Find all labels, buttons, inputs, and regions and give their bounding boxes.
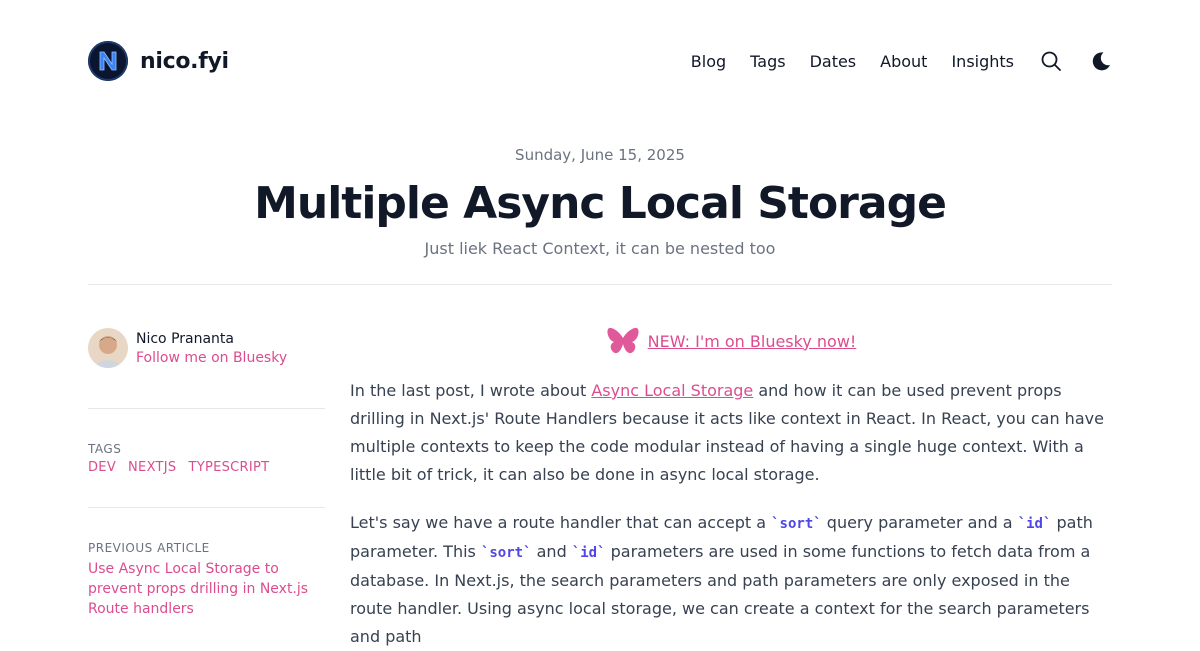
- inline-code-sort: `sort`: [771, 516, 822, 532]
- author-name: Nico Prananta: [136, 330, 234, 347]
- brand[interactable]: nico.fyi: [88, 41, 229, 81]
- butterfly-icon: [607, 327, 639, 354]
- tag-list: DEV NEXTJS TYPESCRIPT: [88, 460, 325, 475]
- site-logo[interactable]: [88, 41, 128, 81]
- previous-article-label: PREVIOUS ARTICLE: [88, 541, 210, 555]
- search-icon[interactable]: [1040, 50, 1062, 72]
- sidebar-divider: [88, 408, 325, 409]
- site-name[interactable]: nico.fyi: [140, 49, 229, 74]
- article-title: Multiple Async Local Storage: [254, 178, 947, 229]
- tag-nextjs[interactable]: NEXTJS: [128, 460, 176, 475]
- previous-article-link[interactable]: Use Async Local Storage to prevent props…: [88, 559, 325, 619]
- paragraph-1: In the last post, I wrote about Async Lo…: [350, 377, 1112, 489]
- paragraph-text: and: [531, 542, 572, 561]
- sidebar: Nico Prananta Follow me on Bluesky TAGS …: [88, 328, 325, 619]
- dark-mode-moon-icon[interactable]: [1090, 50, 1112, 72]
- tag-typescript[interactable]: TYPESCRIPT: [188, 460, 269, 475]
- tags-section: TAGS DEV NEXTJS TYPESCRIPT: [88, 442, 325, 475]
- nav-dates[interactable]: Dates: [810, 52, 857, 71]
- logo-n-icon: [99, 51, 117, 71]
- bluesky-banner: NEW: I'm on Bluesky now!: [350, 324, 1112, 358]
- bluesky-announcement-link[interactable]: NEW: I'm on Bluesky now!: [648, 332, 857, 351]
- header-divider: [88, 284, 1112, 285]
- author-card: Nico Prananta Follow me on Bluesky: [88, 328, 325, 368]
- bluesky-follow-link[interactable]: Follow me on Bluesky: [136, 350, 287, 366]
- site-header: nico.fyi Blog Tags Dates About Insights: [88, 39, 1112, 83]
- inline-code-id: `id`: [1017, 516, 1052, 532]
- paragraph-text: In the last post, I wrote about: [350, 381, 592, 400]
- nav-about[interactable]: About: [880, 52, 927, 71]
- tags-label: TAGS: [88, 442, 122, 456]
- article-body: NEW: I'm on Bluesky now! In the last pos…: [350, 324, 1112, 651]
- nav-tags[interactable]: Tags: [750, 52, 785, 71]
- article-date: Sunday, June 15, 2025: [515, 146, 685, 164]
- article-subtitle: Just liek React Context, it can be neste…: [424, 239, 776, 258]
- nav-insights[interactable]: Insights: [951, 52, 1014, 71]
- inline-code-id: `id`: [571, 545, 606, 561]
- sidebar-divider: [88, 507, 325, 508]
- async-local-storage-link[interactable]: Async Local Storage: [591, 381, 753, 400]
- nav-blog[interactable]: Blog: [691, 52, 726, 71]
- previous-article-section: PREVIOUS ARTICLE Use Async Local Storage…: [88, 541, 325, 619]
- inline-code-sort: `sort`: [480, 545, 532, 561]
- avatar: [88, 328, 128, 368]
- tag-dev[interactable]: DEV: [88, 460, 116, 475]
- main-nav: Blog Tags Dates About Insights: [691, 50, 1112, 72]
- paragraph-text: Let's say we have a route handler that c…: [350, 513, 772, 532]
- paragraph-text: query parameter and a: [821, 513, 1018, 532]
- article-header: Sunday, June 15, 2025 Multiple Async Loc…: [0, 146, 1200, 258]
